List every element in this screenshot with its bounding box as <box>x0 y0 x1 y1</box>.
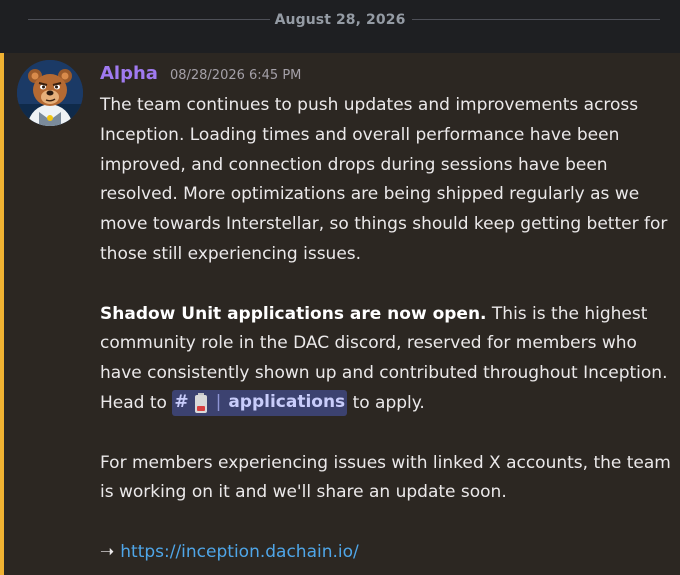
date-divider: August 28, 2026 <box>0 0 680 40</box>
announcement-end: to apply. <box>347 392 425 413</box>
date-label: August 28, 2026 <box>274 12 406 28</box>
inception-link[interactable]: https://inception.dachain.io/ <box>120 542 359 562</box>
paragraph-updates: The team continues to push updates and i… <box>100 95 668 264</box>
paragraph-x-accounts: For members experiencing issues with lin… <box>100 452 671 503</box>
bear-avatar-icon <box>17 60 83 126</box>
message-header: Alpha 08/28/2026 6:45 PM <box>100 63 301 87</box>
channel-separator: | <box>215 392 222 413</box>
paragraph-link: ➝ https://inception.dachain.io/ <box>100 538 672 568</box>
paragraph-shadow-unit: Shadow Unit applications are now open. T… <box>100 300 672 419</box>
battery-icon <box>194 392 207 413</box>
avatar[interactable] <box>17 60 83 126</box>
message-body: The team continues to push updates and i… <box>100 91 672 568</box>
channel-hash: # <box>174 392 189 413</box>
channel-mention-applications[interactable]: # | applications <box>172 389 348 416</box>
mention-highlight-bar <box>0 53 4 575</box>
timestamp[interactable]: 08/28/2026 6:45 PM <box>170 68 301 83</box>
divider-line-left <box>28 19 270 20</box>
divider-line-right <box>412 19 660 20</box>
channel-name: applications <box>228 392 346 413</box>
author-name[interactable]: Alpha <box>100 63 158 84</box>
message[interactable]: Alpha 08/28/2026 6:45 PM The team contin… <box>0 53 680 575</box>
bold-announcement: Shadow Unit applications are now open. <box>100 303 487 324</box>
arrow-icon: ➝ <box>100 541 115 562</box>
